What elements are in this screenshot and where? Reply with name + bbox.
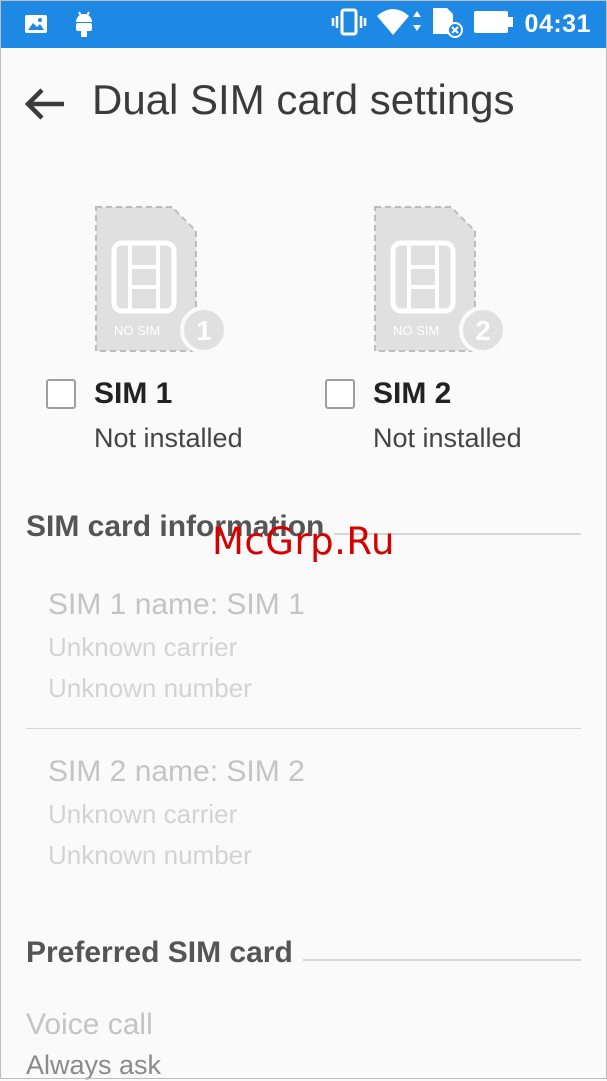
sim-2-block: NO SIM 2 SIM 2 Not installed xyxy=(325,205,565,465)
section-rule xyxy=(302,959,581,961)
sim-1-checkbox[interactable] xyxy=(46,379,76,409)
sim-2-info-item[interactable]: SIM 2 name: SIM 2 Unknown carrier Unknow… xyxy=(48,755,581,871)
android-debug-icon xyxy=(72,10,96,43)
wifi-icon xyxy=(375,7,427,42)
sim-1-info-item[interactable]: SIM 1 name: SIM 1 Unknown carrier Unknow… xyxy=(48,588,581,704)
sim-1-toggle[interactable]: SIM 1 xyxy=(46,377,172,411)
vibrate-icon xyxy=(331,8,367,41)
voice-call-value: Always ask xyxy=(26,1050,162,1080)
divider xyxy=(26,728,581,729)
image-notification-icon xyxy=(24,12,48,41)
sim-2-status: Not installed xyxy=(373,423,522,453)
sim-badge-number: 1 xyxy=(196,315,212,346)
sim-card-icon: NO SIM 2 xyxy=(374,206,507,354)
sim-badge-number: 2 xyxy=(475,315,491,346)
sim-card-icon: NO SIM 1 xyxy=(95,206,228,354)
sim-2-checkbox[interactable] xyxy=(325,379,355,409)
status-bar: 04:31 xyxy=(0,0,607,48)
sim-1-label: SIM 1 xyxy=(94,377,173,410)
sim-2-toggle[interactable]: SIM 2 xyxy=(325,377,451,411)
sim-1-number: Unknown number xyxy=(48,673,252,703)
sim-1-status: Not installed xyxy=(94,423,243,453)
sim-1-info-title: SIM 1 name: SIM 1 xyxy=(48,588,305,621)
page-title: Dual SIM card settings xyxy=(92,76,515,123)
sim-card-text: NO SIM xyxy=(393,323,439,338)
sim-2-number: Unknown number xyxy=(48,840,252,870)
toolbar: Dual SIM card settings xyxy=(0,48,607,160)
back-button[interactable] xyxy=(20,78,72,130)
voice-call-title: Voice call xyxy=(26,1008,153,1041)
sim-2-info-title: SIM 2 name: SIM 2 xyxy=(48,755,305,788)
battery-icon xyxy=(473,9,515,40)
sim-1-block: NO SIM 1 SIM 1 Not installed xyxy=(46,205,286,465)
voice-call-item[interactable]: Voice call Always ask xyxy=(26,1008,161,1081)
sim-card-text: NO SIM xyxy=(114,323,160,338)
sim-2-label: SIM 2 xyxy=(373,377,452,410)
preferred-sim-header: Preferred SIM card xyxy=(26,936,581,970)
preferred-sim-header-label: Preferred SIM card xyxy=(26,936,293,969)
watermark: McGrp.Ru xyxy=(212,520,395,563)
arrow-back-icon xyxy=(24,88,64,120)
no-sim-icon xyxy=(431,6,465,43)
sim-2-carrier: Unknown carrier xyxy=(48,799,238,829)
sim-1-carrier: Unknown carrier xyxy=(48,632,238,662)
clock: 04:31 xyxy=(524,9,591,38)
